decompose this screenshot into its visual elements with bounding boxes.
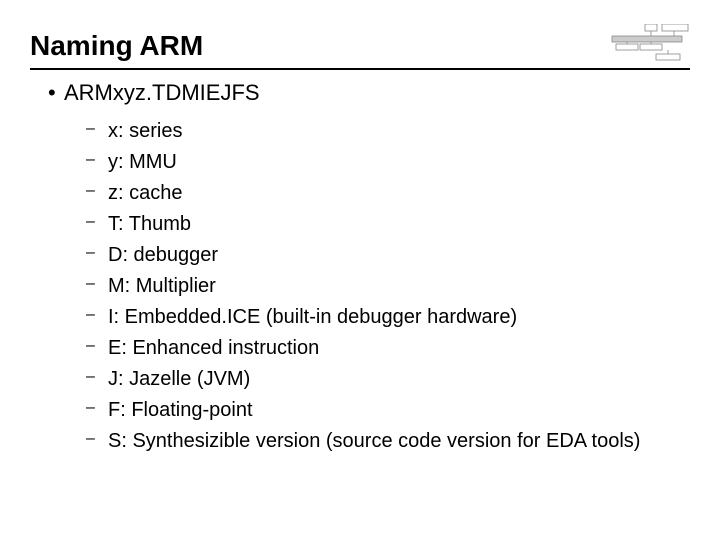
content-area: •ARMxyz.TDMIEJFS –x: series –y: MMU –z: … <box>48 80 690 457</box>
list-item: –F: Floating-point <box>86 395 690 426</box>
list-item: –D: debugger <box>86 240 690 271</box>
dash-icon: – <box>86 116 108 142</box>
dash-icon: – <box>86 209 108 235</box>
list-item: –S: Synthesizible version (source code v… <box>86 426 690 457</box>
list-item: –M: Multiplier <box>86 271 690 302</box>
dash-icon: – <box>86 395 108 421</box>
main-bullet: •ARMxyz.TDMIEJFS <box>48 80 690 106</box>
title-divider <box>30 68 690 70</box>
list-item-text: D: debugger <box>108 240 690 271</box>
list-item-text: S: Synthesizible version (source code ve… <box>108 426 690 457</box>
list-item-text: y: MMU <box>108 147 690 178</box>
decorative-block-diagram-icon <box>610 24 690 62</box>
bullet-dot-icon: • <box>48 80 64 106</box>
dash-icon: – <box>86 271 108 297</box>
dash-icon: – <box>86 426 108 452</box>
list-item: –J: Jazelle (JVM) <box>86 364 690 395</box>
list-item-text: J: Jazelle (JVM) <box>108 364 690 395</box>
main-bullet-text: ARMxyz.TDMIEJFS <box>64 80 260 105</box>
title-row: Naming ARM <box>30 24 690 62</box>
sub-list: –x: series –y: MMU –z: cache –T: Thumb –… <box>86 116 690 457</box>
list-item-text: M: Multiplier <box>108 271 690 302</box>
list-item-text: z: cache <box>108 178 690 209</box>
list-item: –T: Thumb <box>86 209 690 240</box>
list-item: –x: series <box>86 116 690 147</box>
dash-icon: – <box>86 364 108 390</box>
list-item: –z: cache <box>86 178 690 209</box>
list-item: –E: Enhanced instruction <box>86 333 690 364</box>
list-item-text: T: Thumb <box>108 209 690 240</box>
list-item: –I: Embedded.ICE (built-in debugger hard… <box>86 302 690 333</box>
dash-icon: – <box>86 178 108 204</box>
list-item-text: I: Embedded.ICE (built-in debugger hardw… <box>108 302 690 333</box>
list-item-text: x: series <box>108 116 690 147</box>
list-item-text: F: Floating-point <box>108 395 690 426</box>
dash-icon: – <box>86 333 108 359</box>
dash-icon: – <box>86 240 108 266</box>
slide-title: Naming ARM <box>30 30 203 62</box>
dash-icon: – <box>86 147 108 173</box>
list-item: –y: MMU <box>86 147 690 178</box>
slide: Naming ARM •ARMxyz.TDMIEJFS –x: series <box>0 0 720 477</box>
list-item-text: E: Enhanced instruction <box>108 333 690 364</box>
dash-icon: – <box>86 302 108 328</box>
